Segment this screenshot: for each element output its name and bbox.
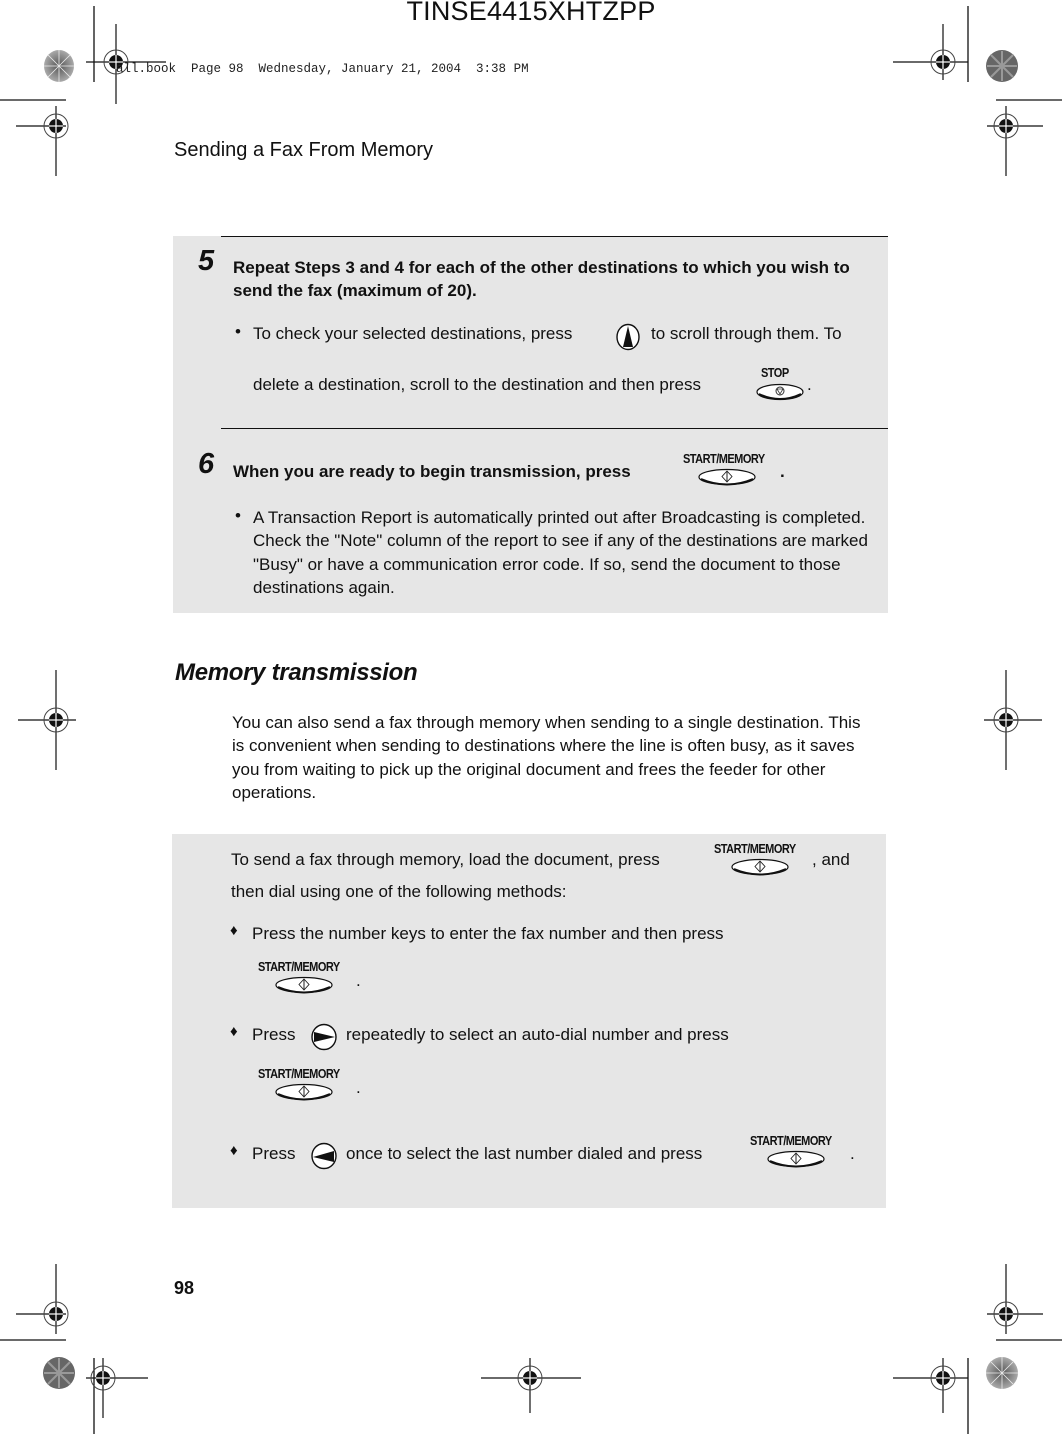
start-memory-key-label: START/MEMORY (683, 452, 765, 466)
step-6-bullet-text: A Transaction Report is automatically pr… (253, 508, 868, 597)
up-arrow-key-icon (615, 322, 641, 352)
step-number-5: 5 (198, 245, 215, 277)
right-arrow-key-icon (310, 1022, 338, 1052)
start-memory-key: START/MEMORY (258, 960, 354, 998)
registration-mark-bottom-center (480, 1358, 582, 1434)
bullet-dot: • (235, 506, 241, 525)
method-2-text-a: Press (252, 1025, 296, 1044)
start-memory-key-label: START/MEMORY (258, 1067, 340, 1081)
star-target-top-left (43, 49, 75, 83)
print-job-id: TINSE4415XHTZPP (406, 0, 656, 26)
start-memory-key-label: START/MEMORY (258, 960, 340, 974)
methods-box: To send a fax through memory, load the d… (172, 834, 886, 1208)
color-target-top-right (984, 49, 1020, 85)
step-divider-top (221, 236, 888, 237)
step-divider-middle (221, 428, 888, 429)
diamond-bullet-icon: ♦ (230, 922, 238, 939)
method-3-text-b: once to select the last number dialed an… (346, 1144, 703, 1163)
section-intro: You can also send a fax through memory w… (232, 713, 861, 802)
registration-mark-bottom-right-1 (987, 1264, 1047, 1348)
start-memory-key-label: START/MEMORY (750, 1134, 832, 1148)
start-memory-key: START/MEMORY (750, 1134, 846, 1172)
step-5-bullet-text-a: To check your selected destinations, pre… (253, 324, 573, 343)
method-2-text-b: repeatedly to select an auto-dial number… (346, 1025, 729, 1044)
method-1-text: Press the number keys to enter the fax n… (252, 924, 724, 943)
step-5-bullet-text-c: delete a destination, scroll to the dest… (253, 375, 701, 394)
left-arrow-key-icon (310, 1141, 338, 1171)
methods-lead-c: then dial using one of the following met… (231, 882, 567, 901)
registration-mark-top-right-1 (893, 24, 973, 104)
steps-box: 5 Repeat Steps 3 and 4 for each of the o… (173, 236, 888, 613)
start-memory-key-label: START/MEMORY (714, 842, 796, 856)
method-3-end: . (850, 1144, 855, 1163)
section-title: Memory transmission (175, 659, 418, 686)
stop-key-label: STOP (761, 366, 789, 380)
step-5-bullet-end: . (807, 375, 812, 394)
start-memory-key: START/MEMORY (681, 452, 777, 490)
method-1-end: . (356, 971, 361, 990)
registration-mark-bottom-left-1 (16, 1264, 76, 1348)
color-target-bottom-left (43, 1356, 79, 1392)
registration-mark-top-left-2 (16, 92, 76, 176)
method-3-text-a: Press (252, 1144, 296, 1163)
start-memory-key: START/MEMORY (258, 1067, 354, 1105)
diamond-bullet-icon: ♦ (230, 1023, 238, 1040)
step-5-heading: Repeat Steps 3 and 4 for each of the oth… (233, 258, 850, 300)
registration-mark-top-right-2 (987, 92, 1047, 176)
method-2-end: . (356, 1078, 361, 1097)
star-target-bottom-right (984, 1356, 1020, 1392)
step-5-bullet-text-b: to scroll through them. To (651, 324, 842, 343)
diamond-bullet-icon: ♦ (230, 1142, 238, 1159)
methods-lead-b: , and (812, 850, 850, 869)
running-head: Sending a Fax From Memory (174, 139, 433, 161)
registration-mark-mid-left (18, 670, 78, 770)
step-6-heading: When you are ready to begin transmission… (233, 462, 631, 481)
stop-key: STOP (755, 366, 805, 402)
print-book-line: all.book Page 98 Wednesday, January 21, … (116, 62, 529, 76)
step-6-heading-end: . (780, 462, 785, 481)
registration-mark-mid-right (984, 670, 1044, 770)
methods-lead-a: To send a fax through memory, load the d… (231, 850, 660, 869)
start-memory-key: START/MEMORY (714, 842, 810, 880)
registration-mark-bottom-right-2 (893, 1358, 973, 1434)
step-number-6: 6 (198, 448, 215, 480)
registration-mark-bottom-left-2 (86, 1358, 166, 1434)
page-number: 98 (174, 1278, 195, 1298)
bullet-dot: • (235, 322, 241, 341)
